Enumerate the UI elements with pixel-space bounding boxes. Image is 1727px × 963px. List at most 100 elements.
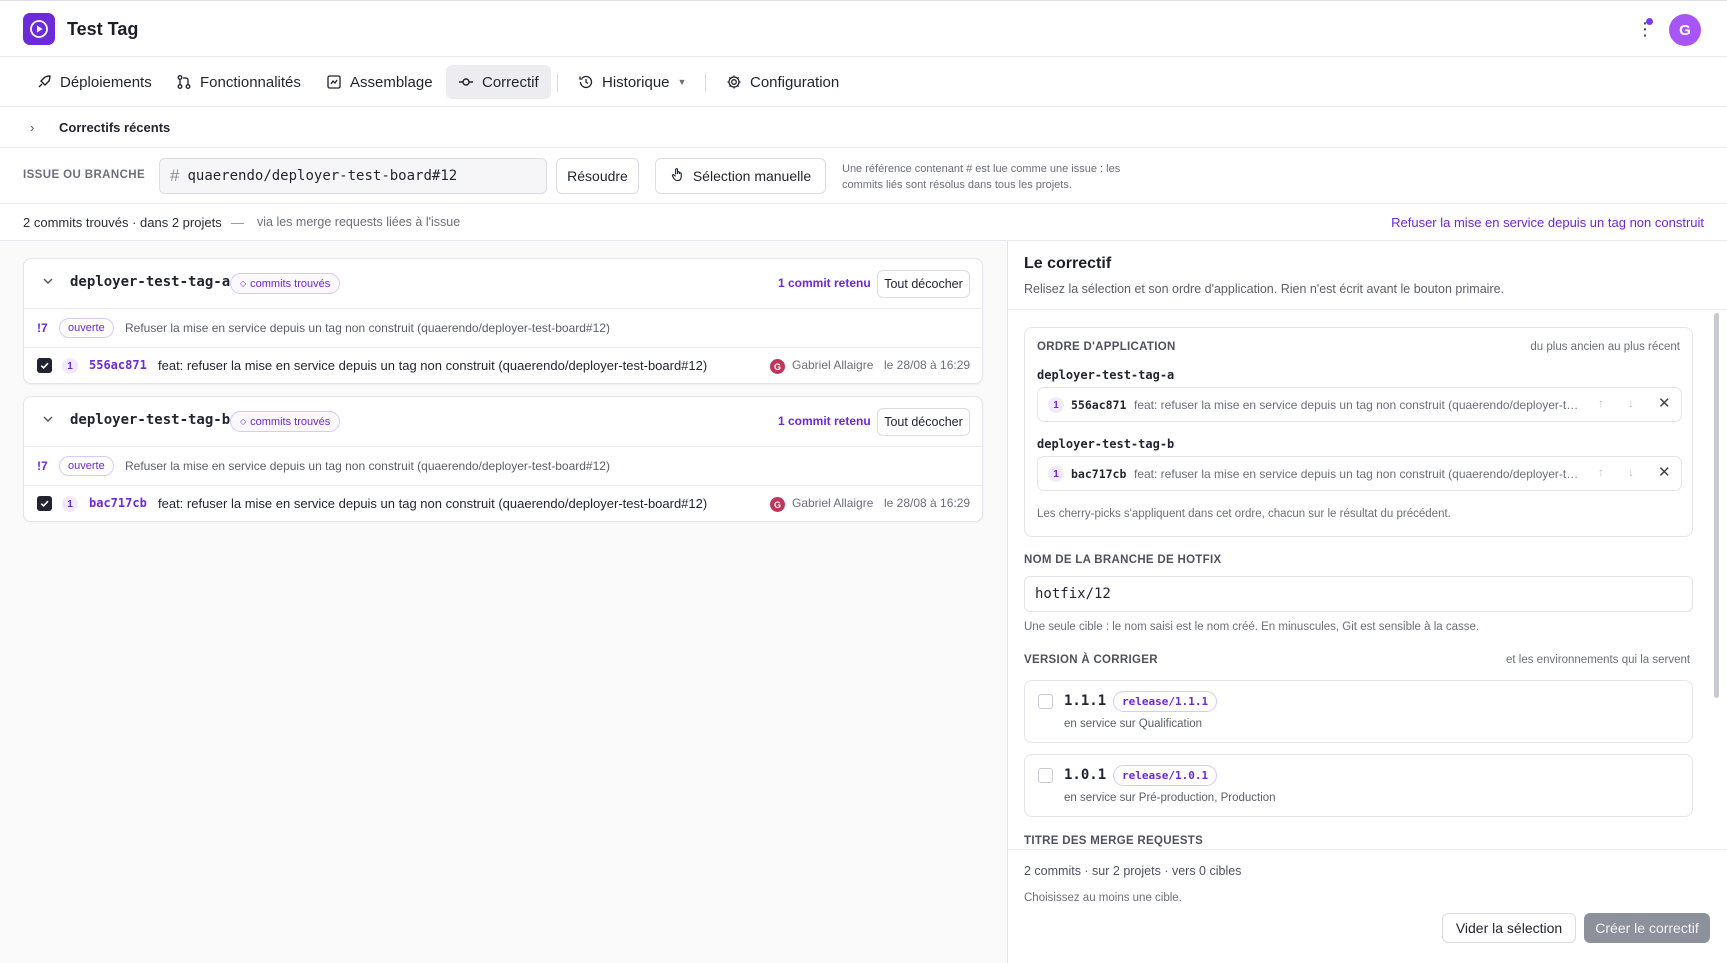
chevron-down-icon: ▼ xyxy=(677,77,687,87)
tab-label: Fonctionnalités xyxy=(200,73,301,91)
version-section-label: VERSION À CORRIGER xyxy=(1024,654,1158,666)
mr-title: Refuser la mise en service depuis un tag… xyxy=(125,459,610,473)
target-warning: Choisissez au moins une cible. xyxy=(1024,892,1182,904)
fix-panel: Le correctif Relisez la sélection et son… xyxy=(1007,241,1727,963)
tab-correctif[interactable]: Correctif xyxy=(446,65,551,99)
tab-configuration[interactable]: Configuration xyxy=(714,65,851,99)
project-name: deployer-test-tag-b xyxy=(70,412,231,428)
arrow-down-icon[interactable]: ↓ xyxy=(1628,396,1634,410)
diamond-icon: ◇ xyxy=(240,417,247,426)
manual-selection-button[interactable]: Sélection manuelle xyxy=(655,158,826,194)
order-badge: 1 xyxy=(1048,397,1064,413)
order-message: feat: refuser la mise en service depuis … xyxy=(1134,398,1584,412)
merge-request-row[interactable]: !7 ouverte Refuser la mise en service de… xyxy=(24,447,982,486)
tab-assemblage[interactable]: Assemblage xyxy=(314,65,445,99)
order-item: 1 556ac871 feat: refuser la mise en serv… xyxy=(1037,387,1682,422)
chevron-down-icon[interactable] xyxy=(42,413,54,428)
divider xyxy=(1008,309,1727,310)
commits-found-badge: ◇ commits trouvés xyxy=(230,273,341,294)
order-sha: bac717cb xyxy=(1071,467,1127,481)
issue-input-wrapper: # xyxy=(159,158,547,194)
branch-input-wrapper xyxy=(1024,576,1693,612)
badge-label: commits trouvés xyxy=(250,277,331,290)
version-environments: en service sur Pré-production, Productio… xyxy=(1064,792,1276,804)
notification-dot xyxy=(1646,18,1653,25)
create-fix-button[interactable]: Créer le correctif xyxy=(1584,913,1710,943)
clear-selection-button[interactable]: Vider la sélection xyxy=(1442,913,1576,943)
commit-message: feat: refuser la mise en service depuis … xyxy=(158,358,708,373)
found-count: 2 commits trouvés · dans 2 projets xyxy=(23,215,222,230)
arrow-down-icon[interactable]: ↓ xyxy=(1628,465,1634,479)
issue-input[interactable] xyxy=(187,168,508,184)
mr-number: !7 xyxy=(37,459,48,473)
summary-separator: — xyxy=(231,215,244,230)
mr-title: Refuser la mise en service depuis un tag… xyxy=(125,321,610,335)
top-bar: Test Tag ⋮ G xyxy=(0,0,1727,57)
fix-panel-title: Le correctif xyxy=(1024,255,1112,272)
branch-hint: Une seule cible : le nom saisi est le no… xyxy=(1024,621,1480,633)
order-sha: 556ac871 xyxy=(1071,398,1127,412)
assembly-icon xyxy=(326,74,342,90)
commits-found-badge: ◇ commits trouvés xyxy=(230,411,341,432)
user-avatar[interactable]: G xyxy=(1669,14,1701,46)
branch-section-label: NOM DE LA BRANCHE DE HOTFIX xyxy=(1024,554,1222,566)
tab-fonctionnalites[interactable]: Fonctionnalités xyxy=(164,65,313,99)
check-icon xyxy=(40,500,49,508)
tab-label: Configuration xyxy=(750,73,840,91)
commit-order-badge: 1 xyxy=(62,496,78,512)
tab-label: Assemblage xyxy=(350,73,433,91)
version-section-note: et les environnements qui la servent xyxy=(1506,654,1691,666)
chevron-right-icon[interactable]: › xyxy=(30,120,34,135)
order-project-name: deployer-test-tag-a xyxy=(1037,368,1175,382)
close-icon[interactable]: ✕ xyxy=(1658,394,1671,412)
git-branch-icon xyxy=(176,74,192,90)
version-number: 1.1.1 xyxy=(1064,693,1107,709)
issue-title-link[interactable]: Refuser la mise en service depuis un tag… xyxy=(1391,215,1704,230)
uncheck-all-button[interactable]: Tout décocher xyxy=(877,408,970,436)
project-card: deployer-test-tag-b ◇ commits trouvés 1 … xyxy=(23,396,983,522)
found-via: via les merge requests liées à l'issue xyxy=(257,215,461,229)
commit-row[interactable]: 1 556ac871 feat: refuser la mise en serv… xyxy=(24,348,982,384)
order-item: 1 bac717cb feat: refuser la mise en serv… xyxy=(1037,456,1682,491)
commit-author: Gabriel Allaigre xyxy=(792,496,874,510)
app-logo[interactable] xyxy=(23,13,55,45)
mr-number: !7 xyxy=(37,321,48,335)
tab-deploiements[interactable]: Déploiements xyxy=(24,65,164,99)
commit-checkbox[interactable] xyxy=(37,496,52,511)
tab-label: Correctif xyxy=(482,73,539,91)
check-icon xyxy=(40,362,49,370)
arrow-up-icon[interactable]: ↑ xyxy=(1598,465,1604,479)
arrow-up-icon[interactable]: ↑ xyxy=(1598,396,1604,410)
version-checkbox[interactable] xyxy=(1038,694,1053,709)
merge-request-row[interactable]: !7 ouverte Refuser la mise en service de… xyxy=(24,309,982,348)
commit-author: Gabriel Allaigre xyxy=(792,358,874,372)
commit-row[interactable]: 1 bac717cb feat: refuser la mise en serv… xyxy=(24,486,982,522)
commit-date: le 28/08 à 16:29 xyxy=(884,358,971,372)
gear-icon xyxy=(726,74,742,90)
branch-name-input[interactable] xyxy=(1035,586,1635,602)
recent-fixes-label: Correctifs récents xyxy=(59,120,171,135)
order-badge: 1 xyxy=(1048,466,1064,482)
fix-panel-footer: 2 commits · sur 2 projets · vers 0 cible… xyxy=(1008,849,1727,963)
tab-historique[interactable]: Historique ▼ xyxy=(566,65,698,99)
retained-count: 1 commit retenu xyxy=(778,414,871,428)
scrollbar[interactable] xyxy=(1714,313,1719,698)
version-option[interactable]: 1.0.1 release/1.0.1 en service sur Pré-p… xyxy=(1024,754,1693,817)
close-icon[interactable]: ✕ xyxy=(1658,463,1671,481)
commit-sha[interactable]: 556ac871 xyxy=(89,358,147,372)
order-section-label: ORDRE D'APPLICATION xyxy=(1037,341,1176,353)
mr-state-badge: ouverte xyxy=(59,456,114,476)
mr-state-badge: ouverte xyxy=(59,318,114,338)
uncheck-all-button[interactable]: Tout décocher xyxy=(877,270,970,298)
resolve-button[interactable]: Résoudre xyxy=(556,158,639,194)
version-checkbox[interactable] xyxy=(1038,768,1053,783)
chevron-down-icon[interactable] xyxy=(42,275,54,290)
nav-divider xyxy=(705,74,706,92)
play-icon xyxy=(30,20,48,38)
commit-sha[interactable]: bac717cb xyxy=(89,496,147,510)
summary-row: 2 commits trouvés · dans 2 projets — via… xyxy=(0,204,1727,241)
badge-label: commits trouvés xyxy=(250,415,331,428)
version-option[interactable]: 1.1.1 release/1.1.1 en service sur Quali… xyxy=(1024,680,1693,743)
recent-fixes-section[interactable]: › Correctifs récents xyxy=(0,108,1727,148)
commit-checkbox[interactable] xyxy=(37,358,52,373)
